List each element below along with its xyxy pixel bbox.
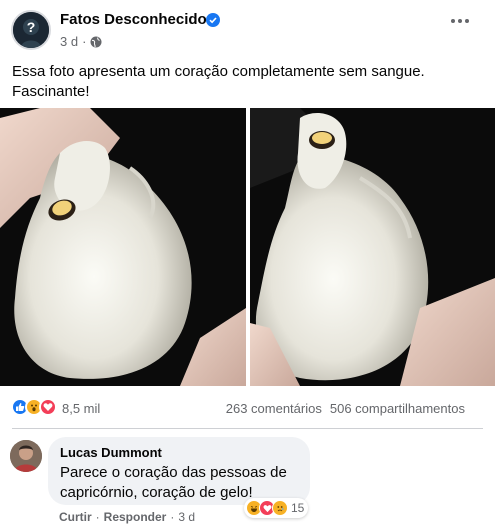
love-icon <box>39 398 57 416</box>
dot-icon <box>458 19 462 23</box>
comments-count[interactable]: 263 comentários <box>226 401 322 416</box>
comment-reaction-count: 15 <box>291 501 305 515</box>
divider <box>12 428 483 429</box>
comment-text-line-1: Parece o coração das pessoas de <box>60 464 287 481</box>
comment-actions: Curtir · Responder · 3 d <box>59 510 195 524</box>
more-options-button[interactable] <box>447 8 473 34</box>
verified-badge-icon <box>206 13 220 27</box>
reaction-icons[interactable] <box>11 398 57 416</box>
post-text-line-2: Fascinante! <box>12 83 90 100</box>
comment-reactions[interactable]: 15 <box>244 498 309 518</box>
comment-bubble: Lucas Dummont Parece o coração das pesso… <box>48 437 310 505</box>
action-separator: · <box>95 510 100 524</box>
comment-time[interactable]: 3 d <box>178 510 195 524</box>
comment-avatar[interactable] <box>10 440 42 472</box>
post-meta: 3 d · <box>60 34 102 49</box>
reactions-bar: 8,5 mil 263 comentários 506 compartilham… <box>0 396 495 420</box>
dot-icon <box>465 19 469 23</box>
like-comment-button[interactable]: Curtir <box>59 510 92 524</box>
page-avatar[interactable]: ? <box>11 10 51 50</box>
action-separator: · <box>170 510 175 524</box>
post-text: Essa foto apresenta um coração completam… <box>12 62 482 102</box>
shares-count[interactable]: 506 compartilhamentos <box>330 401 465 416</box>
sad-icon <box>272 500 288 516</box>
meta-separator: · <box>82 34 87 49</box>
engagement-counts: 263 comentários 506 compartilhamentos <box>226 401 465 416</box>
post-image[interactable] <box>0 108 495 386</box>
svg-text:?: ? <box>27 19 36 35</box>
post-time[interactable]: 3 d <box>60 34 78 49</box>
post-text-line-1: Essa foto apresenta um coração completam… <box>12 63 425 80</box>
post-header: ? Fatos Desconhecidos 3 d · <box>0 0 495 58</box>
page-name[interactable]: Fatos Desconhecidos <box>60 11 215 28</box>
comment-author[interactable]: Lucas Dummont <box>60 445 298 461</box>
dot-icon <box>451 19 455 23</box>
globe-icon <box>90 36 102 47</box>
reaction-count[interactable]: 8,5 mil <box>62 401 100 416</box>
reply-comment-button[interactable]: Responder <box>104 510 167 524</box>
